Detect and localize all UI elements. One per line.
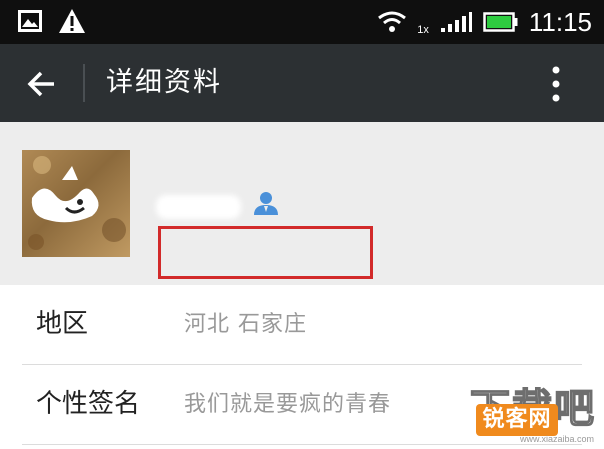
more-vertical-icon: [552, 66, 560, 102]
image-icon: [18, 10, 42, 32]
signature-label: 个性签名: [36, 389, 141, 419]
watermark-url: www.xiazaiba.com: [520, 434, 595, 444]
signal-icon: [440, 12, 472, 32]
page-title: 详细资料: [106, 67, 222, 98]
region-value: 河北 石家庄: [184, 312, 307, 337]
action-bar: 详细资料: [0, 44, 604, 122]
info-row-region[interactable]: 地区 河北 石家庄: [0, 285, 604, 365]
back-button[interactable]: [22, 64, 62, 104]
warning-icon: [59, 9, 85, 33]
signature-value: 我们就是要疯的青春: [184, 392, 392, 417]
profile-header: [0, 122, 604, 285]
status-bar: 1x 11:15: [0, 0, 604, 44]
network-type: 1x: [417, 24, 429, 36]
battery-icon: [483, 12, 518, 32]
back-arrow-icon: [27, 71, 54, 97]
avatar-image: [28, 156, 126, 250]
person-icon: [254, 192, 278, 215]
wifi-icon: [378, 11, 407, 32]
region-label: 地区: [36, 309, 89, 339]
nickname-redacted: [156, 195, 241, 219]
watermark-logo: 锐客网: [476, 404, 558, 436]
highlight-box: [158, 226, 373, 279]
more-options-button[interactable]: [548, 64, 564, 104]
row-divider: [22, 444, 582, 445]
status-bar-left: [18, 8, 86, 34]
avatar[interactable]: [22, 150, 130, 257]
screen: 1x 11:15 详细资料 地区 河北 石家庄 个性签名 我们就是要疯的青春 锐…: [0, 0, 604, 449]
action-bar-divider: [83, 64, 85, 102]
clock: 11:15: [528, 7, 592, 37]
status-bar-right: 1x 11:15: [377, 6, 592, 38]
